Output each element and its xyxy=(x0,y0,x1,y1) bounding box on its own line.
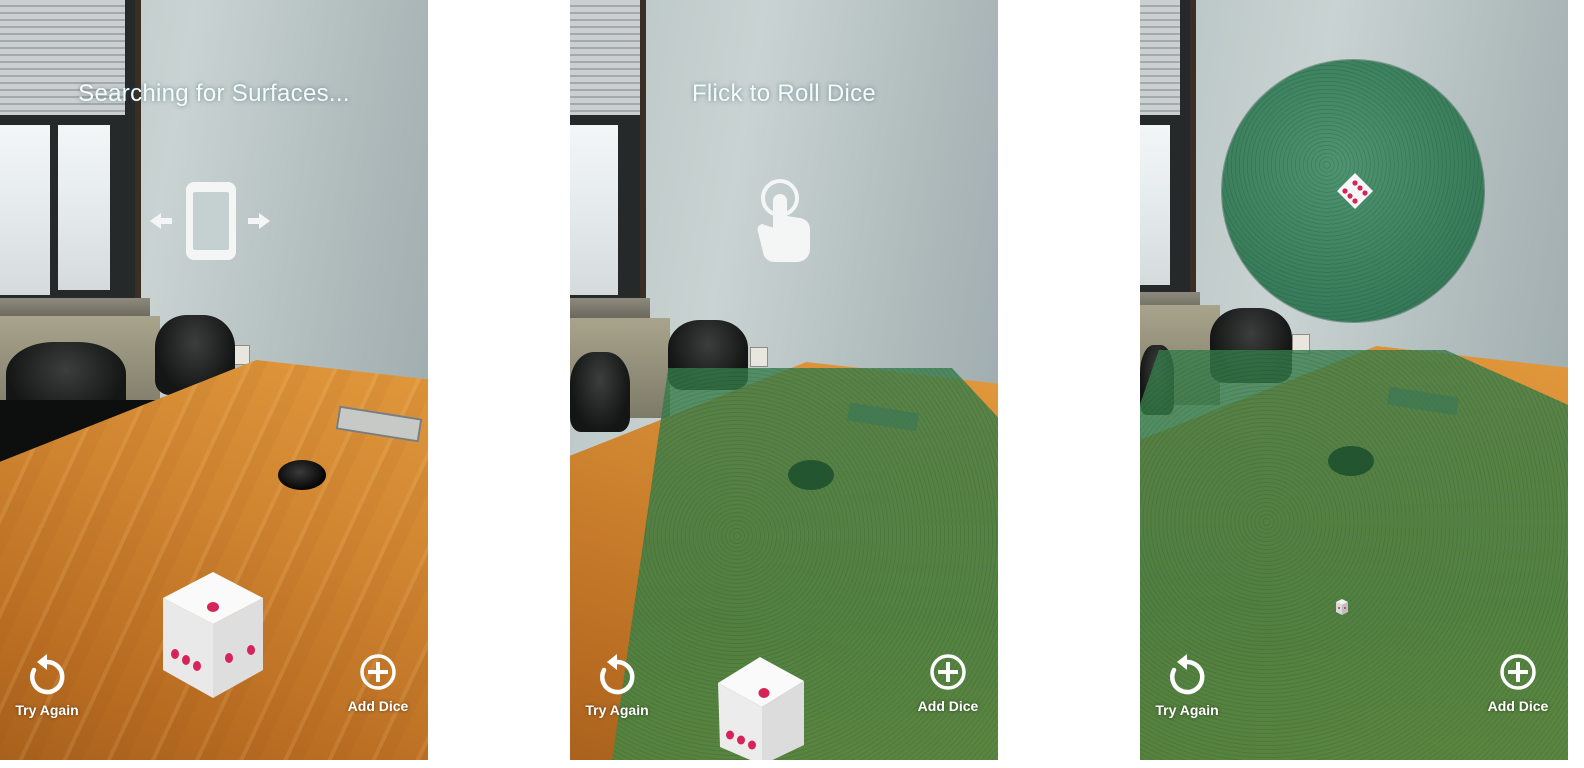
camera-view xyxy=(570,0,998,760)
table-speaker xyxy=(278,460,326,490)
screenshot-triptych: Searching for Surfaces... Try Again Add … xyxy=(0,0,1584,768)
ar-screen-searching: Searching for Surfaces... Try Again Add … xyxy=(0,0,428,760)
try-again-label: Try Again xyxy=(1155,702,1219,718)
wall-outlet xyxy=(750,347,768,367)
window-sill xyxy=(0,298,150,318)
dice-on-table[interactable] xyxy=(1335,598,1349,616)
felt-disc-shadow xyxy=(788,460,834,490)
window-pane-left xyxy=(0,125,50,295)
add-dice-label: Add Dice xyxy=(347,698,409,714)
add-dice-label: Add Dice xyxy=(917,698,979,714)
plus-circle-icon xyxy=(360,654,396,690)
ar-screen-flick: Flick to Roll Dice Try Again Add Dice xyxy=(570,0,998,760)
felt-disc-shadow xyxy=(1328,446,1374,476)
dice[interactable] xyxy=(714,655,806,760)
chair-left xyxy=(570,352,630,432)
try-again-button[interactable]: Try Again xyxy=(2,652,92,722)
window-blinds xyxy=(1140,0,1180,115)
restart-icon xyxy=(30,654,65,695)
phone-move-icon xyxy=(150,182,270,260)
add-dice-label: Add Dice xyxy=(1487,698,1549,714)
window-sill xyxy=(570,298,650,318)
add-dice-button[interactable]: Add Dice xyxy=(903,652,993,722)
add-dice-button[interactable]: Add Dice xyxy=(333,652,423,722)
plus-circle-icon xyxy=(930,654,966,690)
window-pane-right xyxy=(58,125,110,290)
hand-tap-icon xyxy=(757,179,810,262)
try-again-button[interactable]: Try Again xyxy=(1142,652,1232,722)
add-dice-button[interactable]: Add Dice xyxy=(1473,652,1563,722)
camera-view xyxy=(1140,0,1568,760)
window-pane xyxy=(570,125,618,295)
try-again-button[interactable]: Try Again xyxy=(572,652,662,722)
window-pane xyxy=(1140,125,1170,285)
try-again-label: Try Again xyxy=(15,702,79,718)
try-again-label: Try Again xyxy=(585,702,649,718)
ar-screen-rolled: Try Again Add Dice xyxy=(1140,0,1568,760)
restart-icon xyxy=(1170,654,1205,695)
restart-icon xyxy=(600,654,635,695)
plus-circle-icon xyxy=(1500,654,1536,690)
hint-text: Searching for Surfaces... xyxy=(78,80,350,107)
dice-top-view[interactable] xyxy=(1336,172,1374,210)
dice[interactable] xyxy=(160,570,266,700)
hint-text: Flick to Roll Dice xyxy=(691,80,877,107)
